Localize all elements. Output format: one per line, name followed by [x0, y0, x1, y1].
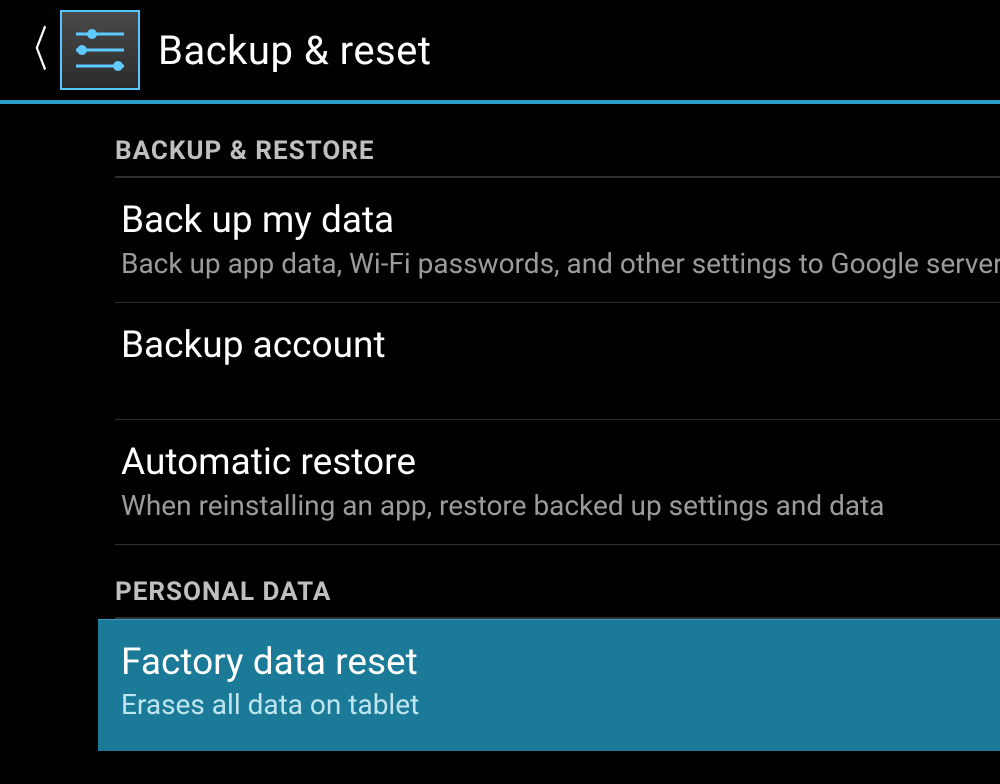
item-subtitle: When reinstalling an app, restore backed…	[121, 489, 1000, 522]
settings-list: BACKUP & RESTORE Back up my data Back up…	[0, 104, 1000, 751]
settings-icon[interactable]	[60, 10, 140, 90]
item-backup-account[interactable]: Backup account	[115, 303, 1000, 421]
page-title: Backup & reset	[158, 27, 431, 74]
item-backup-my-data[interactable]: Back up my data Back up app data, Wi-Fi …	[115, 178, 1000, 303]
item-subtitle: Back up app data, Wi-Fi passwords, and o…	[121, 247, 1000, 280]
item-automatic-restore[interactable]: Automatic restore When reinstalling an a…	[115, 420, 1000, 545]
section-header-backup-restore: BACKUP & RESTORE	[115, 104, 1000, 178]
item-title: Factory data reset	[121, 642, 1000, 685]
item-title: Automatic restore	[121, 442, 1000, 485]
header-bar: 〈 Backup & reset	[0, 0, 1000, 100]
item-subtitle: Erases all data on tablet	[121, 688, 1000, 721]
item-factory-data-reset[interactable]: Factory data reset Erases all data on ta…	[98, 619, 1000, 752]
item-title: Backup account	[121, 325, 1000, 368]
back-icon[interactable]: 〈	[15, 26, 49, 74]
section-header-personal-data: PERSONAL DATA	[115, 545, 1000, 619]
item-title: Back up my data	[121, 200, 1000, 243]
